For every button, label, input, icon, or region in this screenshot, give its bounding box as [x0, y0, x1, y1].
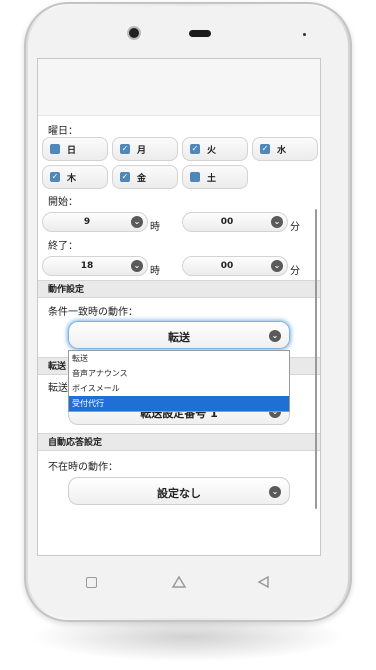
checkbox-icon [50, 144, 60, 154]
day-label: 日 [67, 146, 77, 156]
forward-label: 転送 [48, 383, 68, 394]
action-settings-header: 動作設定 [38, 280, 320, 298]
day-mon[interactable]: ✓ 月 [112, 137, 178, 161]
day-tue[interactable]: ✓ 火 [182, 137, 248, 161]
absent-action-select[interactable]: 設定なし ⌄ [68, 477, 290, 505]
option-item[interactable]: ボイスメール [69, 381, 289, 396]
minute-unit: 分 [290, 266, 300, 277]
speaker-grille [189, 30, 211, 37]
start-hour-select[interactable]: 9 ⌄ [42, 212, 148, 232]
end-label: 終了： [48, 241, 78, 252]
option-item[interactable]: 転送 [69, 351, 289, 366]
select-value: 00 [220, 261, 234, 271]
option-item-highlighted[interactable]: 受付代行 [69, 396, 289, 411]
chevron-down-icon: ⌄ [271, 260, 283, 272]
checkbox-icon: ✓ [120, 144, 130, 154]
day-label: 月 [137, 146, 147, 156]
forward-header-text: 転送 [48, 362, 67, 372]
auto-response-header: 自動応答設定 [38, 433, 320, 451]
scrollbar[interactable] [315, 209, 317, 509]
day-label: 木 [67, 174, 77, 184]
day-label: 水 [277, 146, 287, 156]
checkbox-icon [190, 172, 200, 182]
hour-unit: 時 [150, 222, 160, 233]
day-sun[interactable]: 日 [42, 137, 108, 161]
condition-label: 条件一致時の動作： [48, 307, 138, 318]
start-minute-select[interactable]: 00 ⌄ [182, 212, 288, 232]
day-label: 土 [207, 174, 217, 184]
top-bar [38, 59, 320, 116]
app-screen: 曜日： 日 ✓ 月 ✓ 火 ✓ 水 ✓ 木 ✓ 金 土 開始： 9 ⌄ 時 00… [37, 58, 321, 556]
days-label: 曜日： [48, 126, 78, 137]
select-value: 18 [80, 261, 94, 271]
select-value: 転送 [168, 331, 190, 344]
chevron-down-icon: ⌄ [131, 216, 143, 228]
day-sat[interactable]: 土 [182, 165, 248, 189]
back-icon[interactable] [256, 575, 270, 589]
hour-unit: 時 [150, 266, 160, 277]
day-thu[interactable]: ✓ 木 [42, 165, 108, 189]
square-icon[interactable] [86, 577, 97, 588]
minute-unit: 分 [290, 222, 300, 233]
chevron-down-icon: ⌄ [271, 216, 283, 228]
day-fri[interactable]: ✓ 金 [112, 165, 178, 189]
start-label: 開始： [48, 197, 78, 208]
day-label: 火 [207, 146, 217, 156]
end-hour-select[interactable]: 18 ⌄ [42, 256, 148, 276]
chevron-down-icon: ⌄ [269, 330, 281, 342]
select-value: 設定なし [157, 487, 201, 500]
action-options-list[interactable]: 転送 音声アナウンス ボイスメール 受付代行 [68, 350, 290, 412]
select-value: 9 [83, 217, 91, 227]
checkbox-icon: ✓ [190, 144, 200, 154]
condition-action-select[interactable]: 転送 ⌄ [68, 321, 290, 349]
absent-label: 不在時の動作： [48, 462, 118, 473]
sensor-dot [303, 33, 306, 36]
camera-icon [129, 28, 139, 38]
select-value: 00 [220, 217, 234, 227]
chevron-down-icon: ⌄ [269, 486, 281, 498]
option-item[interactable]: 音声アナウンス [69, 366, 289, 381]
checkbox-icon: ✓ [260, 144, 270, 154]
checkbox-icon: ✓ [120, 172, 130, 182]
end-minute-select[interactable]: 00 ⌄ [182, 256, 288, 276]
home-icon[interactable] [171, 575, 187, 589]
day-wed[interactable]: ✓ 水 [252, 137, 318, 161]
checkbox-icon: ✓ [50, 172, 60, 182]
day-label: 金 [137, 174, 147, 184]
chevron-down-icon: ⌄ [131, 260, 143, 272]
